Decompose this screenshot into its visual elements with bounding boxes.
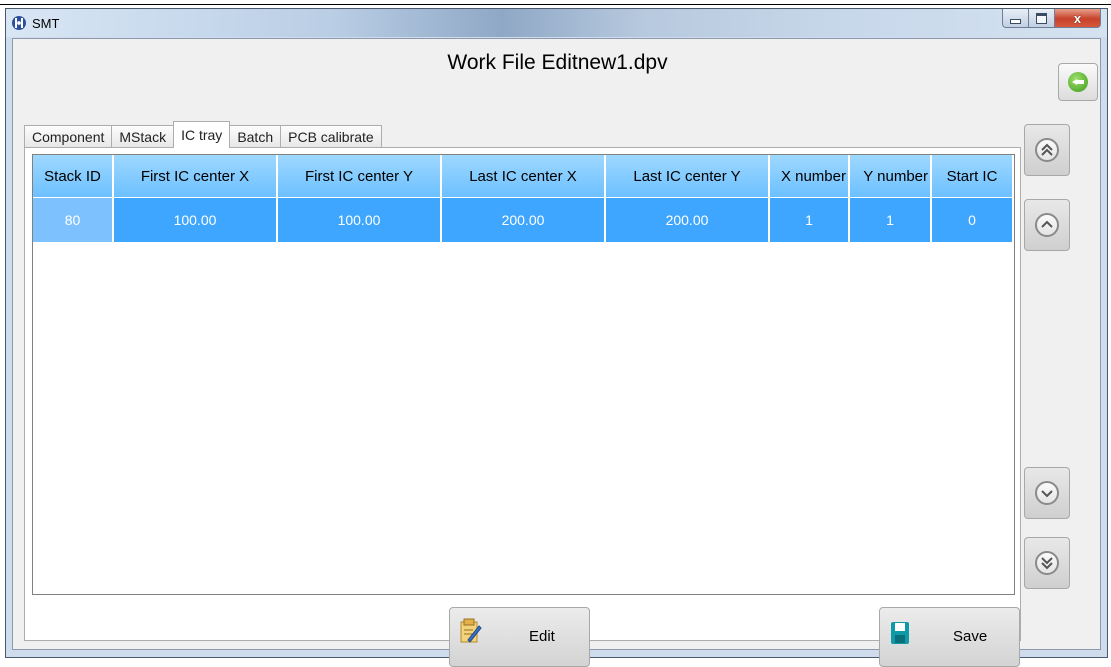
minimize-icon bbox=[1010, 18, 1021, 24]
column-header-stack-id[interactable]: Stack ID bbox=[33, 155, 114, 198]
cell-y-number[interactable]: 1 bbox=[849, 197, 932, 242]
maximize-icon bbox=[1036, 12, 1047, 24]
double-chevron-down-icon bbox=[1035, 551, 1059, 575]
column-header-last-ic-center-x[interactable]: Last IC center X bbox=[441, 155, 606, 198]
cell-start-ic[interactable]: 0 bbox=[931, 197, 1014, 242]
chevron-down-icon bbox=[1035, 481, 1059, 505]
next-row-button[interactable] bbox=[1024, 467, 1070, 519]
save-button[interactable]: Save bbox=[879, 607, 1020, 667]
tab-pcb-calibrate[interactable]: PCB calibrate bbox=[280, 125, 382, 148]
back-arrow-icon bbox=[1068, 72, 1088, 92]
maximize-button[interactable] bbox=[1029, 9, 1055, 28]
tab-ic-tray[interactable]: IC tray bbox=[173, 121, 231, 148]
top-border bbox=[0, 0, 1111, 5]
column-header-x-number[interactable]: X number bbox=[769, 155, 850, 198]
save-button-label: Save bbox=[953, 628, 988, 645]
window-title: SMT bbox=[32, 16, 60, 31]
tab-panel: Stack ID First IC center X First IC cent… bbox=[24, 147, 1021, 641]
cell-first-ic-center-y[interactable]: 100.00 bbox=[277, 197, 442, 242]
window-controls: x bbox=[1002, 9, 1101, 28]
column-header-first-ic-center-x[interactable]: First IC center X bbox=[113, 155, 278, 198]
double-chevron-up-icon bbox=[1035, 138, 1059, 162]
first-page-button[interactable] bbox=[1024, 124, 1070, 176]
cell-first-ic-center-x[interactable]: 100.00 bbox=[113, 197, 278, 242]
minimize-button[interactable] bbox=[1002, 9, 1029, 28]
edit-icon bbox=[460, 618, 482, 644]
save-disk-icon bbox=[890, 621, 910, 645]
previous-row-button[interactable] bbox=[1024, 199, 1070, 251]
tab-bar: Component MStack IC tray Batch PCB calib… bbox=[24, 121, 382, 148]
cell-x-number[interactable]: 1 bbox=[769, 197, 850, 242]
column-header-last-ic-center-y[interactable]: Last IC center Y bbox=[605, 155, 770, 198]
close-icon: x bbox=[1073, 10, 1082, 26]
back-button[interactable] bbox=[1058, 63, 1098, 101]
column-header-first-ic-center-y[interactable]: First IC center Y bbox=[277, 155, 442, 198]
table-header-row: Stack ID First IC center X First IC cent… bbox=[33, 155, 1014, 198]
app-window: SMT x Work File Editnew1.dpv Component M… bbox=[5, 8, 1108, 667]
table-row[interactable]: 80 100.00 100.00 200.00 200.00 1 1 0 bbox=[33, 197, 1014, 242]
tab-component[interactable]: Component bbox=[24, 125, 113, 148]
app-logo-icon bbox=[12, 16, 26, 30]
column-header-start-ic[interactable]: Start IC bbox=[931, 155, 1014, 198]
ic-tray-table: Stack ID First IC center X First IC cent… bbox=[33, 155, 1014, 242]
ic-tray-grid[interactable]: Stack ID First IC center X First IC cent… bbox=[32, 154, 1015, 595]
chevron-up-icon bbox=[1035, 213, 1059, 237]
cell-stack-id[interactable]: 80 bbox=[33, 197, 114, 242]
close-button[interactable]: x bbox=[1055, 9, 1101, 28]
client-area: Work File Editnew1.dpv Component MStack … bbox=[12, 38, 1101, 667]
cell-last-ic-center-y[interactable]: 200.00 bbox=[605, 197, 770, 242]
page-title: Work File Editnew1.dpv bbox=[447, 51, 668, 74]
tab-batch[interactable]: Batch bbox=[229, 125, 282, 148]
edit-button-label: Edit bbox=[529, 628, 555, 645]
title-bar[interactable]: SMT x bbox=[6, 9, 1107, 37]
tab-mstack[interactable]: MStack bbox=[111, 125, 175, 148]
column-header-y-number[interactable]: Y number bbox=[849, 155, 932, 198]
last-page-button[interactable] bbox=[1024, 537, 1070, 589]
edit-button[interactable]: Edit bbox=[449, 607, 590, 667]
cell-last-ic-center-x[interactable]: 200.00 bbox=[441, 197, 606, 242]
